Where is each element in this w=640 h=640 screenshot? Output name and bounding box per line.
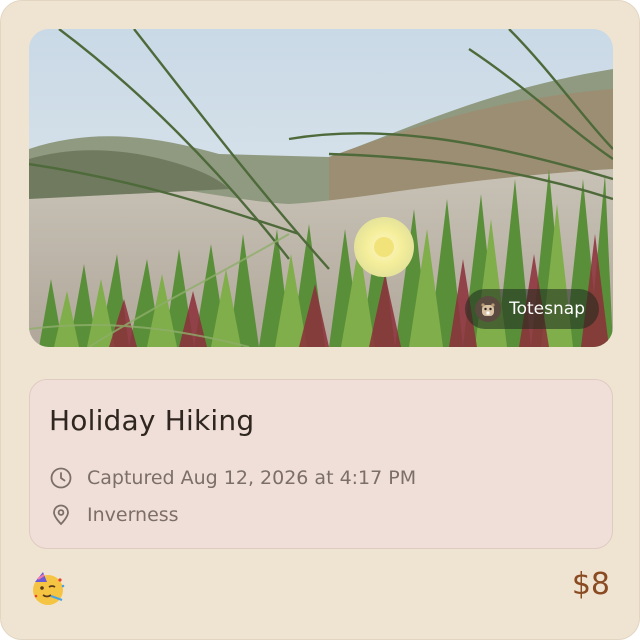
photo[interactable]: Totesnap [29,29,613,347]
listing-title: Holiday Hiking [49,404,255,437]
price-label: $8 [571,567,610,602]
captured-date: Captured Aug 12, 2026 at 4:17 PM [87,467,417,489]
captured-row: Captured Aug 12, 2026 at 4:17 PM [49,466,416,490]
partying-face-emoji [29,570,67,608]
details-panel: Holiday Hiking Captured Aug 12, 2026 at … [29,379,613,549]
map-pin-icon [53,504,69,526]
listing-card[interactable]: Totesnap Holiday Hiking Captured Aug 12,… [0,0,640,640]
clock-icon [50,467,72,489]
attribution-badge[interactable]: Totesnap [465,289,599,329]
location-name: Inverness [87,504,179,526]
attribution-label: Totesnap [509,299,585,319]
beaver-avatar-icon [475,296,502,322]
location-row: Inverness [49,503,179,527]
